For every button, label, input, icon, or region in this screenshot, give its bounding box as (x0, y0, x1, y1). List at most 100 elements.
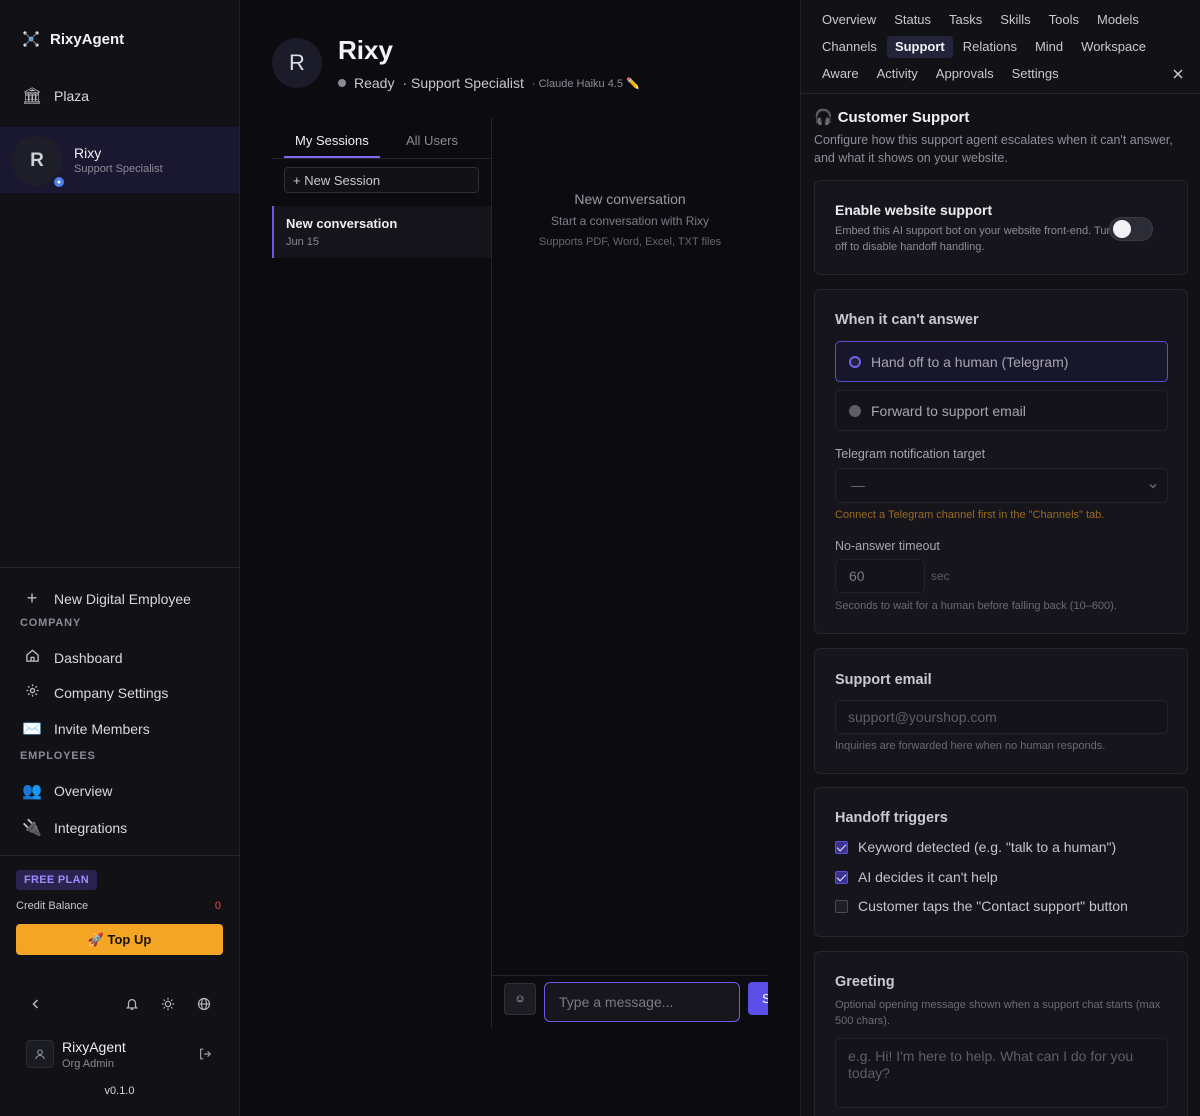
greeting-card: Greeting Optional opening message shown … (814, 951, 1188, 1116)
radio-label: Forward to support email (871, 403, 1026, 419)
plug-icon: 🔌 (22, 820, 42, 837)
agent-status-badge-icon: ● (52, 175, 66, 189)
tab-skills[interactable]: Skills (992, 9, 1038, 31)
emoji-icon: ☺ (514, 993, 526, 1005)
home-icon (22, 648, 42, 668)
checkbox-checked-icon (835, 870, 848, 884)
message-input[interactable] (544, 982, 740, 1022)
greeting-title: Greeting (835, 974, 895, 990)
sessions-panel: My Sessions All Users + New Session New … (272, 118, 492, 1028)
tab-approvals[interactable]: Approvals (928, 63, 1002, 85)
agent-header-role: · Support Specialist (402, 75, 524, 91)
sidebar-item-invite-members[interactable]: ✉️ Invite Members (22, 719, 150, 739)
website-support-toggle[interactable] (1109, 217, 1153, 241)
support-email-title: Support email (835, 672, 932, 688)
agent-status-row: Ready · Support Specialist · Claude Haik… (338, 75, 640, 91)
sidebar-item-overview[interactable]: 👥 Overview (22, 781, 112, 801)
sidebar-item-integrations[interactable]: 🔌 Integrations (22, 818, 127, 838)
empty-chat-title: New conversation (574, 191, 686, 207)
tab-tools[interactable]: Tools (1041, 9, 1087, 31)
status-dot-icon (338, 79, 346, 87)
select-value: — (851, 477, 865, 493)
sidebar-divider (0, 567, 239, 568)
user-avatar[interactable] (26, 1040, 54, 1068)
empty-chat-subtitle: Start a conversation with Rixy (550, 214, 710, 228)
session-title: New conversation (286, 216, 398, 231)
sidebar-item-company-settings[interactable]: Company Settings (22, 683, 168, 703)
tab-all-users[interactable]: All Users (406, 133, 458, 148)
plaza-icon: 🏛 (22, 88, 43, 105)
tab-support[interactable]: Support (886, 36, 953, 58)
tab-activity[interactable]: Activity (869, 63, 926, 85)
tab-settings[interactable]: Settings (1004, 63, 1067, 85)
website-support-card: Enable website support Embed this AI sup… (814, 180, 1188, 275)
agent-header-name: Rixy (338, 35, 393, 65)
bell-icon[interactable] (124, 996, 140, 1012)
send-button[interactable]: Send (748, 982, 768, 1015)
timeout-unit: sec (931, 569, 950, 583)
telegram-target-select[interactable]: — (835, 468, 1168, 503)
support-email-input[interactable] (835, 700, 1168, 734)
user-icon (35, 1049, 45, 1060)
collapse-sidebar-icon[interactable] (28, 996, 44, 1012)
tab-channels[interactable]: Channels (814, 36, 885, 58)
checkbox-unchecked-icon (835, 899, 848, 913)
tab-workspace[interactable]: Workspace (1073, 36, 1154, 58)
active-tab-underline (284, 156, 380, 158)
sun-icon[interactable] (160, 996, 176, 1012)
timeout-label: No-answer timeout (835, 539, 940, 553)
sidebar-item-plaza[interactable]: 🏛 Plaza (22, 86, 89, 106)
tab-overview[interactable]: Overview (814, 9, 884, 31)
agent-model[interactable]: · Claude Haiku 4.5 ✏️ (532, 77, 640, 90)
agent-detail-panel: Overview Status Tasks Skills Tools Model… (800, 0, 1200, 1116)
session-date: Jun 15 (286, 236, 320, 248)
panel-description: Configure how this support agent escalat… (814, 133, 1173, 165)
close-icon[interactable] (1172, 67, 1186, 81)
radio-handoff-telegram[interactable]: Hand off to a human (Telegram) (835, 341, 1168, 382)
sidebar-agent-card[interactable]: R ● Rixy Support Specialist (0, 127, 239, 193)
checkbox-label: Keyword detected (e.g. "talk to a human"… (858, 839, 1117, 855)
new-digital-employee-button[interactable]: + New Digital Employee (22, 588, 191, 609)
support-email-card: Support email Inquiries are forwarded he… (814, 648, 1188, 774)
tab-row-1: Overview Status Tasks Skills Tools Model… (814, 9, 1147, 31)
greeting-textarea[interactable] (835, 1038, 1168, 1108)
tab-tasks[interactable]: Tasks (941, 9, 990, 31)
new-session-button[interactable]: + New Session (284, 167, 479, 193)
radio-forward-email[interactable]: Forward to support email (835, 390, 1168, 431)
agent-header-avatar: R (272, 38, 322, 88)
agent-status: Ready (354, 75, 395, 91)
top-up-button[interactable]: 🚀 Top Up (16, 924, 223, 955)
tab-aware[interactable]: Aware (814, 63, 867, 85)
radio-selected-icon (849, 356, 861, 368)
website-support-title: Enable website support (835, 202, 993, 218)
globe-icon[interactable] (196, 996, 212, 1012)
user-name: RixyAgent (62, 1039, 126, 1055)
tab-my-sessions[interactable]: My Sessions (295, 133, 369, 148)
sidebar-item-label: Plaza (54, 88, 90, 104)
chevron-down-icon (1149, 484, 1157, 489)
tab-mind[interactable]: Mind (1027, 36, 1071, 58)
company-section-label: COMPANY (20, 617, 82, 629)
emoji-button[interactable]: ☺ (504, 983, 536, 1015)
timeout-input[interactable] (835, 559, 925, 593)
trigger-contact-button-checkbox[interactable]: Customer taps the "Contact support" butt… (835, 898, 1128, 914)
tab-models[interactable]: Models (1089, 9, 1147, 31)
handoff-triggers-title: Handoff triggers (835, 810, 948, 826)
tab-status[interactable]: Status (886, 9, 939, 31)
timeout-help: Seconds to wait for a human before falli… (835, 600, 1117, 612)
tab-relations[interactable]: Relations (955, 36, 1025, 58)
employees-section-label: EMPLOYEES (20, 750, 96, 762)
logout-icon[interactable] (198, 1047, 214, 1063)
brand[interactable]: RixyAgent (22, 30, 124, 48)
trigger-ai-checkbox[interactable]: AI decides it can't help (835, 869, 998, 885)
headphones-icon: 🎧 (814, 109, 833, 126)
trigger-keyword-checkbox[interactable]: Keyword detected (e.g. "talk to a human"… (835, 839, 1116, 855)
sidebar-item-label: New Digital Employee (54, 590, 191, 607)
logo-icon (23, 31, 39, 47)
credit-balance-label: Credit Balance (16, 900, 89, 912)
session-list-item[interactable]: New conversation Jun 15 (272, 206, 491, 258)
radio-unselected-icon (849, 405, 861, 417)
sidebar-item-dashboard[interactable]: Dashboard (22, 648, 123, 668)
tab-row-3: Aware Activity Approvals Settings (814, 63, 1067, 85)
sidebar-item-label: Company Settings (54, 685, 169, 701)
